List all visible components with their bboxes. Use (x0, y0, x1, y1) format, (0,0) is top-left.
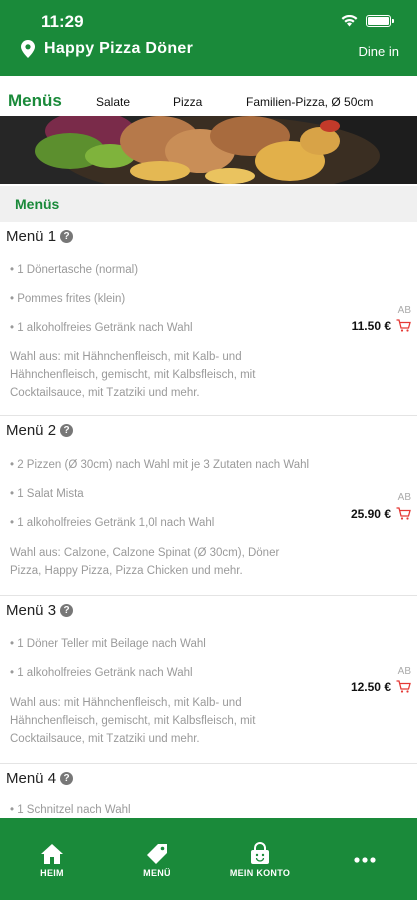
info-icon[interactable]: ? (60, 424, 74, 437)
bag-icon (251, 842, 269, 864)
item-title: Menü 1 ? (6, 228, 74, 245)
status-time: 11:29 (41, 12, 84, 31)
nav-home[interactable]: HEIM (7, 818, 97, 900)
location-pin-icon (21, 40, 35, 58)
tab-familien-pizza[interactable]: Familien-Pizza, Ø 50cm (246, 95, 373, 109)
item-description: Wahl aus: Calzone, Calzone Spinat (Ø 30c… (10, 547, 280, 577)
bottom-nav: HEIM MENÜ MEIN KONTO (0, 818, 417, 900)
nav-label: HEIM (40, 868, 64, 878)
price-prefix: AB (397, 666, 411, 677)
item-bullet: • 1 Schnitzel nach Wahl (10, 804, 131, 816)
price-prefix: AB (397, 305, 411, 316)
category-banner-image (0, 116, 417, 184)
item-bullet: • Pommes frites (klein) (10, 293, 126, 305)
nav-account[interactable]: MEIN KONTO (215, 818, 305, 900)
menu-item[interactable]: Menü 2 ? • 2 Pizzen (Ø 30cm) nach Wahl m… (0, 416, 417, 596)
item-bullet: • 1 alkoholfreies Getränk nach Wahl (10, 667, 193, 679)
item-price: 11.50 € (351, 319, 391, 333)
item-bullet: • 1 Dönertasche (normal) (10, 264, 139, 276)
item-title: Menü 4 ? (6, 770, 74, 787)
item-price: 12.50 € (350, 680, 391, 694)
dine-in-selector[interactable]: Dine in (359, 44, 399, 59)
item-price: 25.90 € (350, 507, 391, 521)
item-description: Wahl aus: mit Hähnchenfleisch, mit Kalb-… (10, 697, 256, 745)
nav-label: MENÜ (143, 868, 171, 878)
item-bullet: • 1 Salat Mista (10, 488, 84, 500)
more-icon (354, 857, 376, 863)
info-icon[interactable]: ? (60, 230, 74, 243)
cart-icon[interactable] (396, 507, 411, 520)
section-header: Menüs (0, 186, 417, 222)
item-title-text: Menü 2 (6, 422, 57, 439)
info-icon[interactable]: ? (60, 772, 74, 785)
wifi-icon (341, 15, 358, 27)
tab-salate[interactable]: Salate (96, 95, 130, 109)
tag-icon (147, 844, 167, 864)
item-description: Wahl aus: mit Hähnchenfleisch, mit Kalb-… (10, 351, 256, 399)
cart-icon[interactable] (396, 319, 411, 332)
menu-item[interactable]: Menü 1 ? • 1 Dönertasche (normal) • Pomm… (0, 222, 417, 416)
item-title: Menü 3 ? (6, 602, 74, 619)
category-tabs: Menüs Salate Pizza Familien-Pizza, Ø 50c… (0, 76, 417, 116)
item-bullet: • 1 Döner Teller mit Beilage nach Wahl (10, 638, 206, 650)
section-title: Menüs (15, 196, 60, 212)
menu-item[interactable]: Menü 4 ? • 1 Schnitzel nach Wahl (0, 764, 417, 824)
info-icon[interactable]: ? (60, 604, 74, 617)
nav-more[interactable] (320, 818, 410, 900)
tab-pizza[interactable]: Pizza (173, 95, 202, 109)
item-bullet: • 1 alkoholfreies Getränk 1,0l nach Wahl (10, 517, 215, 529)
tab-menus[interactable]: Menüs (8, 91, 62, 111)
status-icons (341, 15, 394, 27)
battery-icon (366, 15, 394, 27)
item-title-text: Menü 4 (6, 770, 57, 787)
app-header: 11:29 Happy Pizza Döner Dine in (0, 0, 417, 76)
item-title-text: Menü 1 (6, 228, 57, 245)
cart-icon[interactable] (396, 680, 411, 693)
home-icon (41, 844, 63, 864)
item-bullet: • 1 alkoholfreies Getränk nach Wahl (10, 322, 193, 334)
nav-label: MEIN KONTO (229, 868, 291, 878)
item-bullet: • 2 Pizzen (Ø 30cm) nach Wahl mit je 3 Z… (10, 459, 310, 471)
price-prefix: AB (397, 492, 411, 503)
menu-item[interactable]: Menü 3 ? • 1 Döner Teller mit Beilage na… (0, 596, 417, 764)
store-name[interactable]: Happy Pizza Döner (44, 40, 193, 58)
item-title: Menü 2 ? (6, 422, 74, 439)
nav-menu[interactable]: MENÜ (112, 818, 202, 900)
item-title-text: Menü 3 (6, 602, 57, 619)
